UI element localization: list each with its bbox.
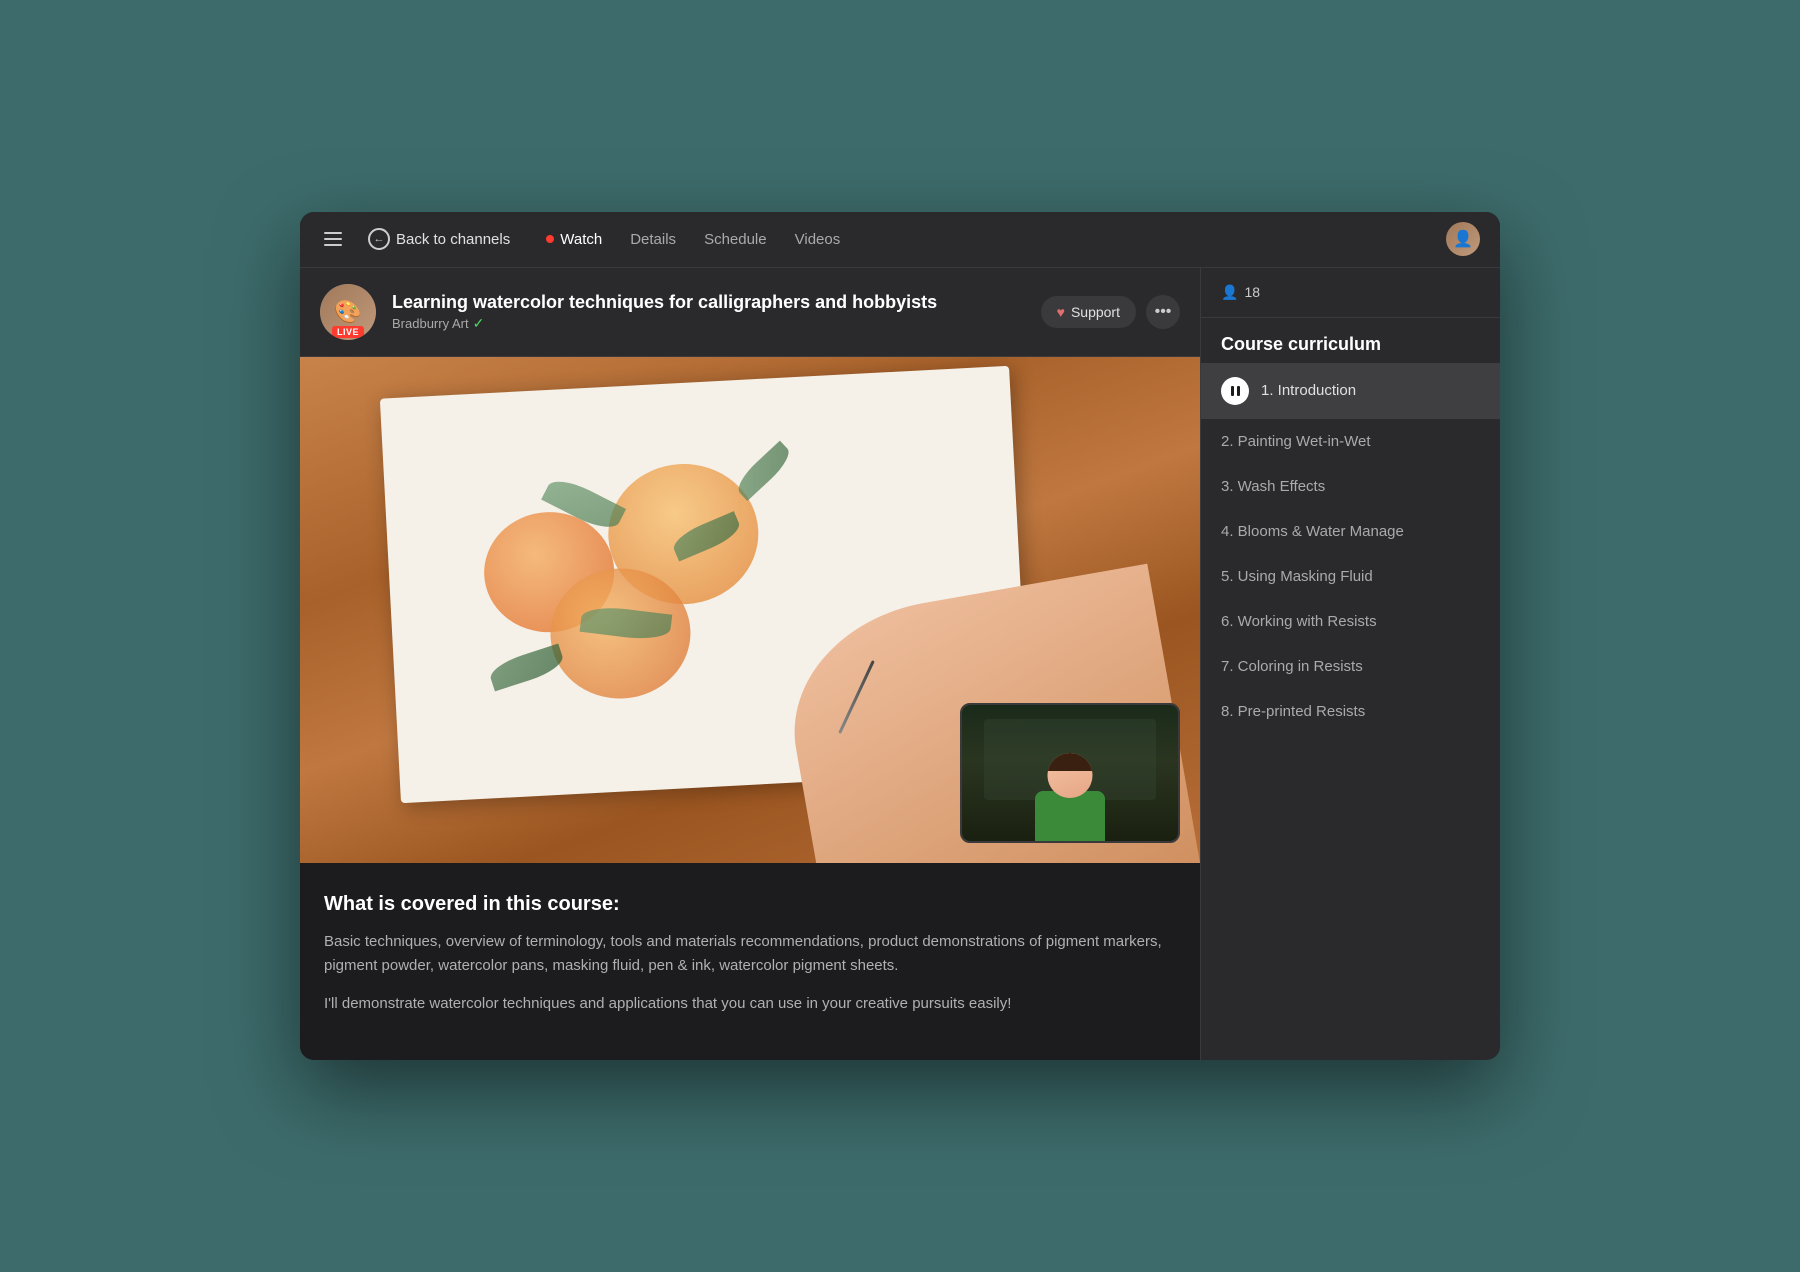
channel-header: 🎨 LIVE Learning watercolor techniques fo…	[300, 268, 1200, 357]
curriculum-label-4: 4. Blooms & Water Manage	[1221, 523, 1404, 540]
curriculum-label-7: 7. Coloring in Resists	[1221, 658, 1363, 675]
curriculum-item-3[interactable]: 3. Wash Effects	[1201, 464, 1500, 509]
top-nav: ← Back to channels Watch Details Schedul…	[300, 212, 1500, 268]
sidebar-title: Course curriculum	[1201, 318, 1500, 363]
channel-avatar: 🎨 LIVE	[320, 284, 376, 340]
back-icon: ←	[368, 228, 390, 250]
pause-icon-inner	[1231, 386, 1240, 396]
tab-watch-label: Watch	[560, 231, 602, 248]
presenter-body	[1035, 791, 1105, 841]
curriculum-list: 1. Introduction 2. Painting Wet-in-Wet 3…	[1201, 363, 1500, 1060]
description-title: What is covered in this course:	[324, 893, 1176, 916]
app-window: ← Back to channels Watch Details Schedul…	[300, 212, 1500, 1060]
viewers-count: 👤 18	[1221, 284, 1260, 301]
tab-videos[interactable]: Videos	[783, 225, 853, 254]
hamburger-button[interactable]	[320, 223, 352, 255]
live-dot-icon	[546, 235, 554, 243]
verified-icon: ✓	[473, 315, 485, 332]
curriculum-label-2: 2. Painting Wet-in-Wet	[1221, 433, 1371, 450]
curriculum-label-6: 6. Working with Resists	[1221, 613, 1377, 630]
channel-author: Bradburry Art ✓	[392, 315, 1025, 332]
content-area: 🎨 LIVE Learning watercolor techniques fo…	[300, 268, 1200, 1060]
live-badge: LIVE	[332, 326, 364, 338]
tab-details[interactable]: Details	[618, 225, 688, 254]
curriculum-item-1[interactable]: 1. Introduction	[1201, 363, 1500, 419]
curriculum-label-5: 5. Using Masking Fluid	[1221, 568, 1373, 585]
channel-info: Learning watercolor techniques for calli…	[392, 292, 1025, 332]
main-layout: 🎨 LIVE Learning watercolor techniques fo…	[300, 268, 1500, 1060]
description-text-1: Basic techniques, overview of terminolog…	[324, 930, 1176, 978]
channel-title: Learning watercolor techniques for calli…	[392, 292, 1025, 313]
tab-schedule[interactable]: Schedule	[692, 225, 779, 254]
description-section: What is covered in this course: Basic te…	[300, 863, 1200, 1060]
curriculum-item-5[interactable]: 5. Using Masking Fluid	[1201, 554, 1500, 599]
curriculum-item-4[interactable]: 4. Blooms & Water Manage	[1201, 509, 1500, 554]
curriculum-item-7[interactable]: 7. Coloring in Resists	[1201, 644, 1500, 689]
pause-bar-right	[1237, 386, 1240, 396]
curriculum-label-3: 3. Wash Effects	[1221, 478, 1325, 495]
curriculum-item-2[interactable]: 2. Painting Wet-in-Wet	[1201, 419, 1500, 464]
author-name: Bradburry Art	[392, 316, 469, 331]
curriculum-label-8: 8. Pre-printed Resists	[1221, 703, 1365, 720]
back-to-channels-button[interactable]: ← Back to channels	[360, 224, 518, 254]
back-label: Back to channels	[396, 231, 510, 248]
tab-watch[interactable]: Watch	[534, 225, 614, 254]
support-label: Support	[1071, 304, 1120, 320]
more-options-button[interactable]: •••	[1146, 295, 1180, 329]
pause-icon	[1221, 377, 1249, 405]
viewers-number: 18	[1244, 284, 1260, 300]
sidebar-header: 👤 18	[1201, 268, 1500, 318]
leaf-5	[486, 644, 565, 692]
nav-tabs: Watch Details Schedule Videos	[534, 225, 852, 254]
curriculum-item-8[interactable]: 8. Pre-printed Resists	[1201, 689, 1500, 734]
description-text-2: I'll demonstrate watercolor techniques a…	[324, 992, 1176, 1016]
presenter-head	[1048, 753, 1093, 798]
user-avatar[interactable]: 👤	[1446, 222, 1480, 256]
leaf-4	[732, 441, 795, 501]
viewers-icon: 👤	[1221, 284, 1238, 301]
curriculum-label-1: 1. Introduction	[1261, 382, 1356, 399]
tab-videos-label: Videos	[795, 231, 841, 248]
tab-schedule-label: Schedule	[704, 231, 767, 248]
heart-icon: ♥	[1057, 304, 1065, 320]
support-button[interactable]: ♥ Support	[1041, 296, 1136, 328]
sidebar: 👤 18 Course curriculum 1. Introduction	[1200, 268, 1500, 1060]
webcam-overlay	[960, 703, 1180, 843]
webcam-background	[962, 705, 1178, 841]
channel-actions: ♥ Support •••	[1041, 295, 1180, 329]
tab-details-label: Details	[630, 231, 676, 248]
video-player[interactable]	[300, 357, 1200, 863]
curriculum-item-6[interactable]: 6. Working with Resists	[1201, 599, 1500, 644]
pause-bar-left	[1231, 386, 1234, 396]
